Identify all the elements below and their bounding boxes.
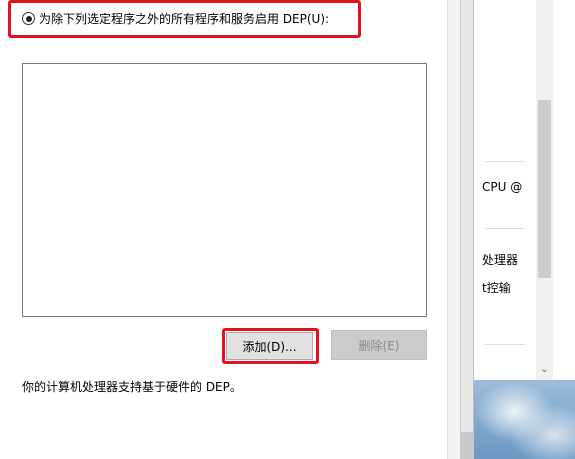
background-text-cpu: CPU @	[482, 180, 523, 194]
scrollbar-thumb[interactable]	[538, 100, 551, 278]
dialog-frame-bottom	[460, 432, 474, 459]
radio-option-label[interactable]: 为除下列选定程序之外的所有程序和服务启用 DEP(U):	[39, 10, 329, 27]
dialog-window-edge	[447, 0, 460, 459]
dep-exclude-radio-option[interactable]: 为除下列选定程序之外的所有程序和服务启用 DEP(U):	[22, 10, 329, 27]
remove-program-button: 删除(E)	[331, 330, 427, 360]
scroll-down-arrow-icon[interactable]: ⌄	[538, 362, 551, 376]
background-text-processor: 处理器	[482, 253, 519, 267]
dep-support-info-text: 你的计算机处理器支持基于硬件的 DEP。	[22, 380, 242, 394]
dialog-window-frame	[460, 0, 474, 459]
background-window-right-area	[553, 0, 575, 380]
background-divider	[485, 228, 525, 229]
background-divider	[485, 161, 525, 162]
radio-button-selected[interactable]	[22, 12, 35, 25]
desktop-sky-wallpaper	[474, 380, 575, 459]
dep-settings-panel: 为除下列选定程序之外的所有程序和服务启用 DEP(U): 添加(D)... 删除…	[0, 0, 447, 459]
background-divider	[485, 344, 525, 345]
add-program-button[interactable]: 添加(D)...	[226, 332, 313, 360]
excluded-programs-list[interactable]	[22, 63, 427, 317]
background-text-control: t控输	[482, 281, 511, 295]
